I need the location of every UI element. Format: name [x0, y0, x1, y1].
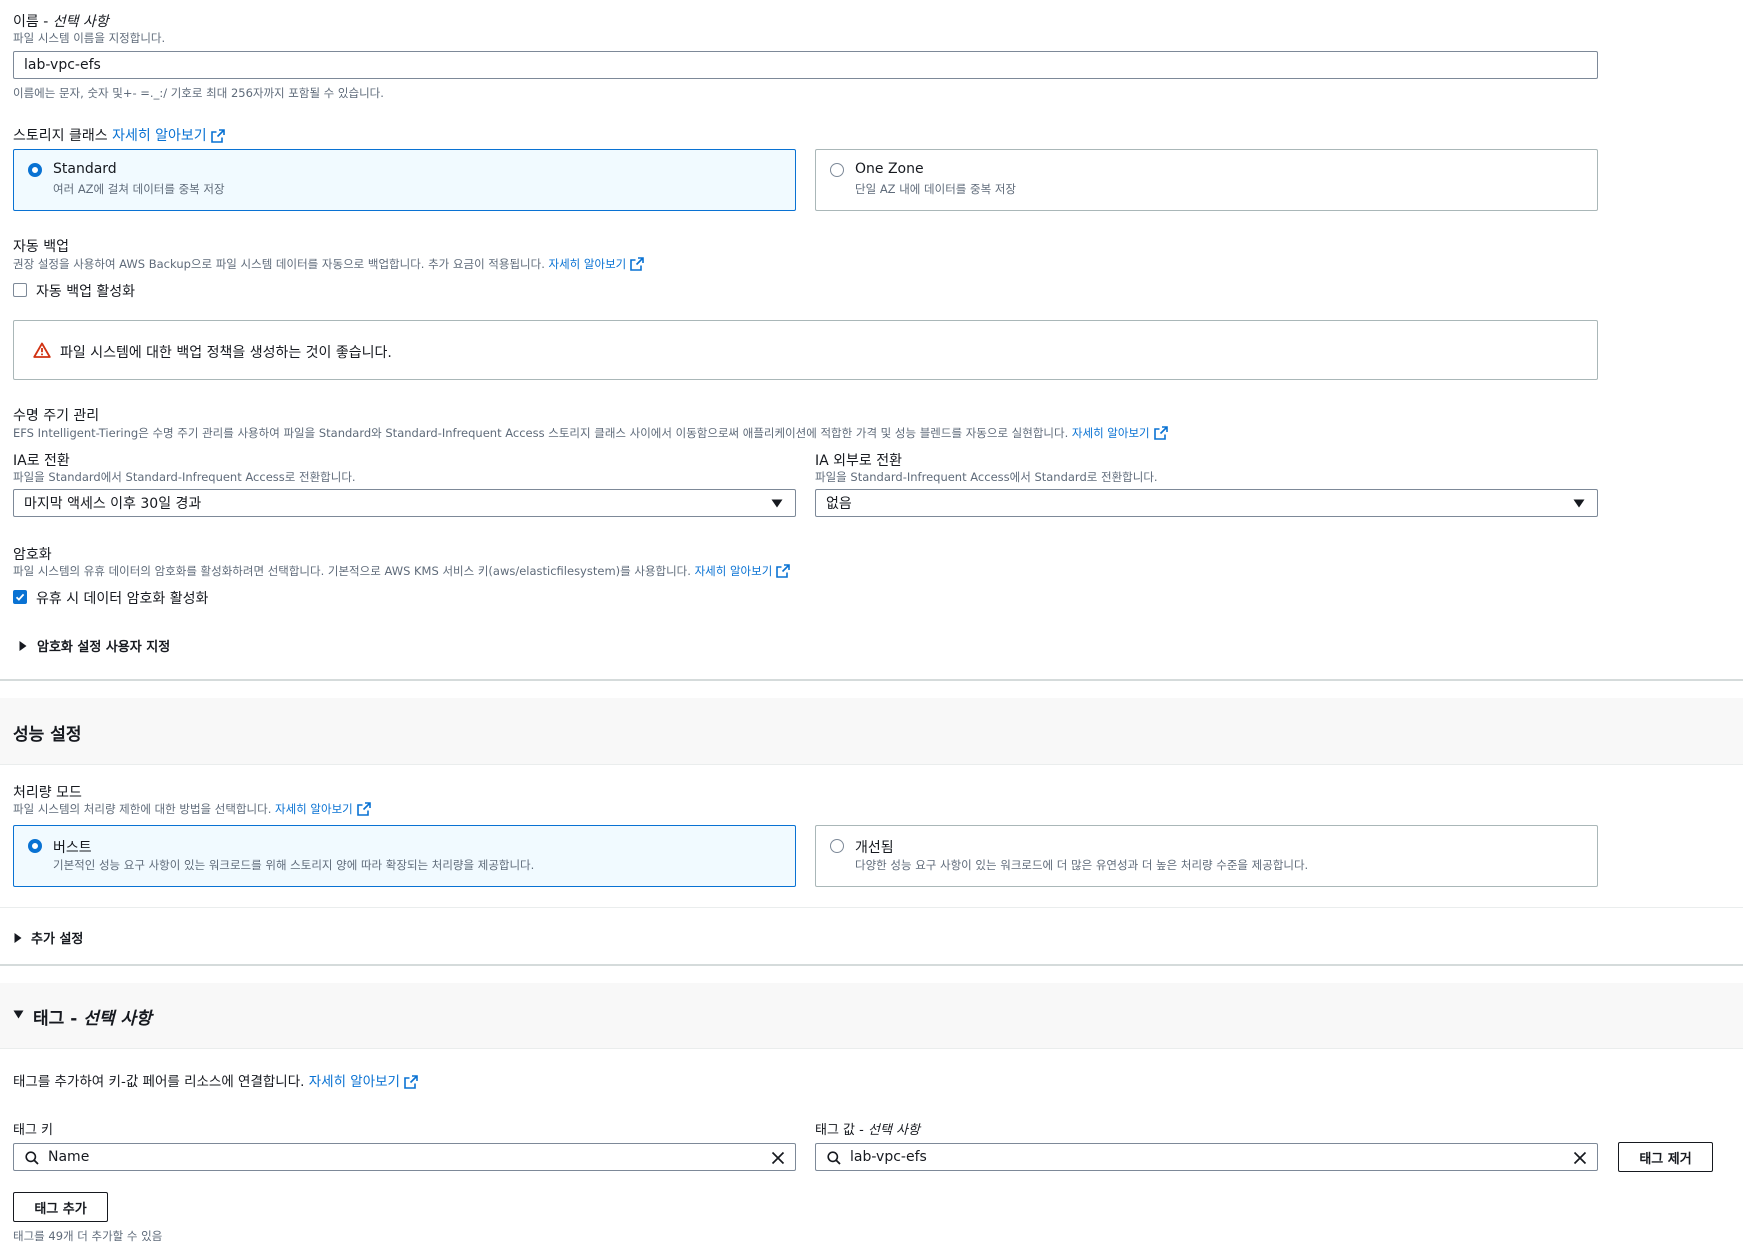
lifecycle-learn-more-link[interactable]: 자세히 알아보기 [1072, 426, 1168, 440]
tag-value-value: lab-vpc-efs [850, 1149, 927, 1165]
transition-out-of-ia-label: IA 외부로 전환 [815, 453, 903, 469]
external-link-icon [210, 129, 225, 143]
encryption-checkbox-label: 유휴 시 데이터 암호화 활성화 [36, 591, 209, 607]
header-divider [0, 764, 1743, 765]
option-title: 개선됨 [855, 840, 894, 856]
caret-down-icon [771, 499, 783, 508]
storage-class-label: 스토리지 클래스 자세히 알아보기 [13, 125, 225, 145]
option-description: 기본적인 성능 요구 사항이 있는 워크로드를 위해 스토리지 양에 따라 확장… [53, 858, 535, 872]
transition-to-ia-description: 파일을 Standard에서 Standard-Infrequent Acces… [13, 470, 356, 484]
backup-label: 자동 백업 [13, 239, 69, 255]
caret-down-icon [1573, 499, 1585, 508]
lifecycle-description: EFS Intelligent-Tiering은 수명 주기 관리를 사용하여 … [13, 425, 1168, 441]
tags-heading: 태그 - 선택 사항 [33, 1009, 152, 1029]
tags-description: 태그를 추가하여 키-값 페어를 리소스에 연결합니다. 자세히 알아보기 [13, 1070, 418, 1090]
option-description: 단일 AZ 내에 데이터를 중복 저장 [855, 182, 1016, 196]
tag-value-input[interactable]: lab-vpc-efs [815, 1143, 1598, 1171]
backup-checkbox[interactable] [13, 283, 27, 297]
additional-settings-expander[interactable]: 추가 설정 [13, 928, 83, 947]
external-link-icon [1153, 426, 1168, 440]
radio-selected-icon [28, 839, 42, 853]
clear-icon[interactable] [1573, 1151, 1587, 1165]
external-link-icon [356, 802, 371, 816]
option-title: One Zone [855, 161, 924, 177]
option-description: 여러 AZ에 걸쳐 데이터를 중복 저장 [53, 182, 225, 196]
expander-label: 암호화 설정 사용자 지정 [37, 640, 171, 655]
name-input-value: lab-vpc-efs [24, 57, 101, 73]
tag-key-label: 태그 키 [13, 1123, 54, 1138]
encryption-description: 파일 시스템의 유휴 데이터의 암호화를 활성화하려면 선택합니다. 기본적으로… [13, 563, 791, 579]
backup-warning-alert: 파일 시스템에 대한 백업 정책을 생성하는 것이 좋습니다. [13, 320, 1598, 380]
header-divider [0, 1048, 1743, 1049]
tag-value-label: 태그 값 - 선택 사항 [815, 1123, 920, 1138]
name-label: 이름 - 선택 사항 [13, 14, 109, 30]
caret-right-icon [19, 640, 27, 651]
tag-key-input[interactable]: Name [13, 1143, 796, 1171]
encryption-customize-expander[interactable]: 암호화 설정 사용자 지정 [18, 636, 170, 655]
caret-down-icon [13, 1010, 24, 1019]
backup-checkbox-label: 자동 백업 활성화 [36, 284, 136, 300]
backup-learn-more-link[interactable]: 자세히 알아보기 [549, 257, 645, 271]
search-icon [25, 1151, 39, 1165]
throughput-enhanced-option[interactable]: 개선됨 다양한 성능 요구 사항이 있는 워크로드에 더 많은 유연성과 더 높… [815, 825, 1598, 887]
external-link-icon [776, 564, 791, 578]
warning-icon [33, 342, 51, 358]
select-value: 마지막 액세스 이후 30일 경과 [24, 496, 202, 512]
option-title: Standard [53, 161, 117, 177]
transition-to-ia-select[interactable]: 마지막 액세스 이후 30일 경과 [13, 489, 796, 517]
select-value: 없음 [826, 496, 852, 512]
performance-heading: 성능 설정 [13, 725, 82, 745]
encryption-learn-more-link[interactable]: 자세히 알아보기 [695, 564, 791, 578]
name-input[interactable]: lab-vpc-efs [13, 51, 1598, 79]
tag-key-value: Name [48, 1149, 90, 1165]
transition-out-of-ia-select[interactable]: 없음 [815, 489, 1598, 517]
tags-header[interactable]: 태그 - 선택 사항 [0, 983, 1743, 1048]
divider [0, 907, 1743, 908]
performance-header: 성능 설정 [0, 698, 1743, 764]
section-divider [0, 964, 1743, 966]
transition-out-of-ia-description: 파일을 Standard-Infrequent Access에서 Standar… [815, 470, 1158, 484]
storage-class-one-zone-option[interactable]: One Zone 단일 AZ 내에 데이터를 중복 저장 [815, 149, 1598, 211]
name-constraint-hint: 이름에는 문자, 숫자 및+- =._:/ 기호로 최대 256자까지 포함될 … [13, 86, 384, 100]
checkmark-icon [15, 593, 25, 601]
throughput-bursting-option[interactable]: 버스트 기본적인 성능 요구 사항이 있는 워크로드를 위해 스토리지 양에 따… [13, 825, 796, 887]
throughput-mode-label: 처리량 모드 [13, 785, 82, 801]
remove-tag-button[interactable]: 태그 제거 [1618, 1142, 1713, 1172]
encryption-checkbox[interactable] [13, 590, 27, 604]
radio-unselected-icon [830, 839, 844, 853]
clear-icon[interactable] [771, 1151, 785, 1165]
caret-right-icon [14, 932, 22, 943]
option-description: 다양한 성능 요구 사항이 있는 워크로드에 더 많은 유연성과 더 높은 처리… [855, 858, 1309, 872]
radio-unselected-icon [830, 163, 844, 177]
encryption-label: 암호화 [13, 547, 52, 563]
tag-limit-hint: 태그를 49개 더 추가할 수 있음 [13, 1229, 163, 1243]
storage-class-learn-more-link[interactable]: 자세히 알아보기 [112, 128, 225, 144]
throughput-mode-description: 파일 시스템의 처리량 제한에 대한 방법을 선택합니다. 자세히 알아보기 [13, 801, 371, 817]
tags-learn-more-link[interactable]: 자세히 알아보기 [309, 1074, 418, 1090]
lifecycle-label: 수명 주기 관리 [13, 408, 100, 424]
external-link-icon [630, 257, 645, 271]
throughput-learn-more-link[interactable]: 자세히 알아보기 [275, 802, 371, 816]
backup-warning-text: 파일 시스템에 대한 백업 정책을 생성하는 것이 좋습니다. [60, 345, 392, 361]
search-icon [827, 1151, 841, 1165]
add-tag-button[interactable]: 태그 추가 [13, 1192, 108, 1222]
radio-selected-icon [28, 163, 42, 177]
transition-to-ia-label: IA로 전환 [13, 453, 70, 469]
storage-class-standard-option[interactable]: Standard 여러 AZ에 걸쳐 데이터를 중복 저장 [13, 149, 796, 211]
option-title: 버스트 [53, 840, 92, 856]
expander-label: 추가 설정 [31, 932, 84, 947]
external-link-icon [404, 1075, 418, 1089]
name-description: 파일 시스템 이름을 지정합니다. [13, 31, 166, 45]
section-divider [0, 679, 1743, 681]
backup-description: 권장 설정을 사용하여 AWS Backup으로 파일 시스템 데이터를 자동으… [13, 256, 645, 272]
